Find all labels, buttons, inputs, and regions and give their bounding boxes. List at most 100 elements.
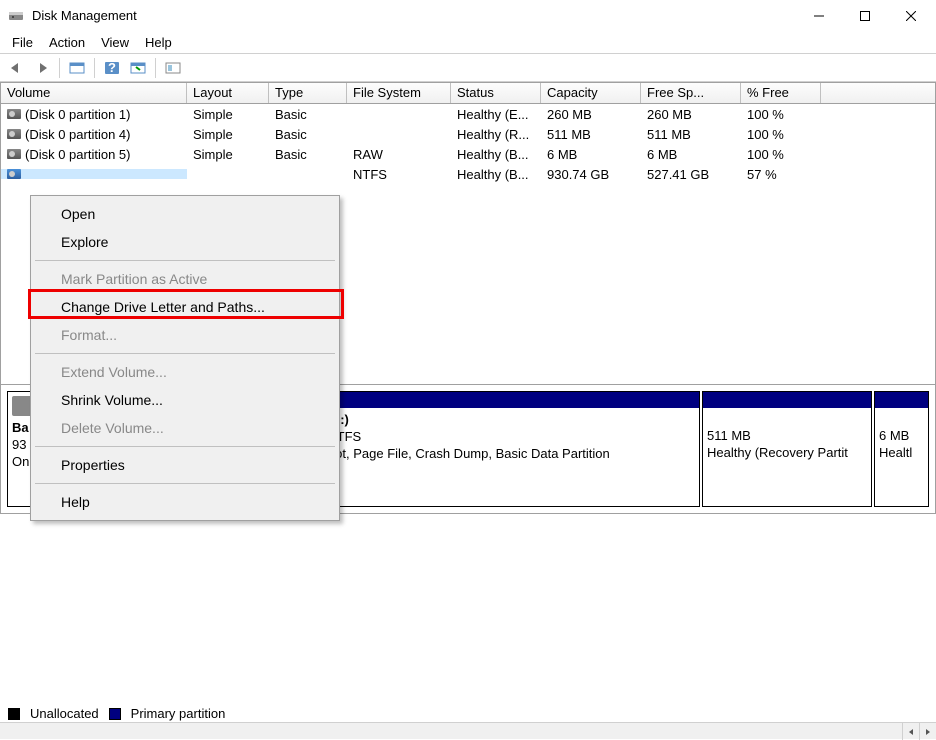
partition-status: thy (Boot, Page File, Crash Dump, Basic … — [294, 446, 695, 463]
toolbar-separator — [94, 58, 95, 78]
menu-file[interactable]: File — [4, 33, 41, 52]
volume-capacity: 6 MB — [541, 147, 641, 162]
col-percentfree[interactable]: % Free — [741, 83, 821, 103]
volume-row[interactable]: (Disk 0 partition 1) Simple Basic Health… — [1, 104, 935, 124]
close-button[interactable] — [888, 0, 934, 31]
volume-row[interactable]: (Disk 0 partition 5) Simple Basic RAW He… — [1, 144, 935, 164]
ctx-shrink-volume[interactable]: Shrink Volume... — [33, 386, 337, 414]
partition-stripe — [703, 392, 871, 408]
volume-status: Healthy (B... — [451, 167, 541, 182]
volume-icon — [7, 129, 21, 139]
volume-row[interactable]: (Disk 0 partition 4) Simple Basic Health… — [1, 124, 935, 144]
col-volume[interactable]: Volume — [1, 83, 187, 103]
volume-row-selected[interactable]: NTFS Healthy (B... 930.74 GB 527.41 GB 5… — [1, 164, 935, 184]
volume-status: Healthy (E... — [451, 107, 541, 122]
bottom-scrollbar[interactable] — [0, 722, 936, 739]
col-capacity[interactable]: Capacity — [541, 83, 641, 103]
volume-fs: NTFS — [347, 167, 451, 182]
ctx-help[interactable]: Help — [33, 488, 337, 516]
show-hide-console-tree-button[interactable] — [65, 57, 89, 79]
partition-stripe — [290, 392, 699, 408]
ctx-change-drive-letter[interactable]: Change Drive Letter and Paths... — [33, 293, 337, 321]
list-button[interactable] — [161, 57, 185, 79]
col-freespace[interactable]: Free Sp... — [641, 83, 741, 103]
volume-name: (Disk 0 partition 1) — [25, 107, 130, 122]
partition-body: 511 MB Healthy (Recovery Partit — [703, 408, 871, 466]
volume-layout: Simple — [187, 107, 269, 122]
col-filesystem[interactable]: File System — [347, 83, 451, 103]
legend-primary: Primary partition — [131, 706, 226, 721]
window-controls — [796, 0, 934, 31]
menu-bar: File Action View Help — [0, 32, 936, 54]
volume-type: Basic — [269, 107, 347, 122]
volume-status: Healthy (R... — [451, 127, 541, 142]
ctx-separator — [35, 446, 335, 447]
ctx-separator — [35, 483, 335, 484]
volume-free: 511 MB — [641, 127, 741, 142]
partition-box[interactable]: 6 MB Healtl — [874, 391, 929, 507]
col-blank — [821, 83, 935, 103]
forward-button[interactable] — [30, 57, 54, 79]
col-layout[interactable]: Layout — [187, 83, 269, 103]
volume-capacity: 930.74 GB — [541, 167, 641, 182]
scroll-right-button[interactable] — [919, 723, 936, 740]
legend-swatch-primary — [109, 708, 121, 720]
ctx-open[interactable]: Open — [33, 200, 337, 228]
volume-capacity: 260 MB — [541, 107, 641, 122]
minimize-button[interactable] — [796, 0, 842, 31]
volume-list-header: Volume Layout Type File System Status Ca… — [0, 82, 936, 104]
back-button[interactable] — [4, 57, 28, 79]
col-type[interactable]: Type — [269, 83, 347, 103]
partition-size: 511 MB — [707, 428, 867, 445]
settings-button[interactable] — [126, 57, 150, 79]
volume-pct: 100 % — [741, 147, 821, 162]
volume-layout: Simple — [187, 147, 269, 162]
volume-name: (Disk 0 partition 5) — [25, 147, 130, 162]
volume-icon — [7, 149, 21, 159]
volume-pct: 57 % — [741, 167, 821, 182]
volume-free: 527.41 GB — [641, 167, 741, 182]
partition-box[interactable]: 511 MB Healthy (Recovery Partit — [702, 391, 872, 507]
window-title: Disk Management — [32, 8, 796, 23]
partition-status: Healthy (Recovery Partit — [707, 445, 867, 462]
legend: Unallocated Primary partition — [8, 706, 225, 721]
maximize-button[interactable] — [842, 0, 888, 31]
volume-layout: Simple — [187, 127, 269, 142]
partition-size: 4 GB NTFS — [294, 429, 695, 446]
scroll-left-button[interactable] — [902, 723, 919, 740]
volume-free: 260 MB — [641, 107, 741, 122]
title-bar: Disk Management — [0, 0, 936, 32]
context-menu: Open Explore Mark Partition as Active Ch… — [30, 195, 340, 521]
volume-icon — [7, 169, 21, 179]
legend-swatch-unallocated — [8, 708, 20, 720]
ctx-explore[interactable]: Explore — [33, 228, 337, 256]
col-status[interactable]: Status — [451, 83, 541, 103]
ctx-delete-volume: Delete Volume... — [33, 414, 337, 442]
menu-help[interactable]: Help — [137, 33, 180, 52]
ctx-mark-active: Mark Partition as Active — [33, 265, 337, 293]
menu-action[interactable]: Action — [41, 33, 93, 52]
partition-body: lows (C:) 4 GB NTFS thy (Boot, Page File… — [290, 408, 699, 467]
volume-pct: 100 % — [741, 107, 821, 122]
partition-box[interactable]: lows (C:) 4 GB NTFS thy (Boot, Page File… — [289, 391, 700, 507]
volume-name: (Disk 0 partition 4) — [25, 127, 130, 142]
volume-fs: RAW — [347, 147, 451, 162]
volume-icon — [7, 109, 21, 119]
toolbar-separator — [59, 58, 60, 78]
volume-type: Basic — [269, 127, 347, 142]
partition-body: 6 MB Healtl — [875, 408, 928, 466]
volume-pct: 100 % — [741, 127, 821, 142]
legend-unallocated: Unallocated — [30, 706, 99, 721]
volume-type: Basic — [269, 147, 347, 162]
menu-view[interactable]: View — [93, 33, 137, 52]
volume-capacity: 511 MB — [541, 127, 641, 142]
volume-status: Healthy (B... — [451, 147, 541, 162]
partition-size: 6 MB — [879, 428, 924, 445]
app-icon — [8, 8, 24, 24]
help-button[interactable]: ? — [100, 57, 124, 79]
ctx-properties[interactable]: Properties — [33, 451, 337, 479]
ctx-extend-volume: Extend Volume... — [33, 358, 337, 386]
toolbar-separator — [155, 58, 156, 78]
partition-name — [707, 412, 867, 428]
partition-name: lows (C:) — [294, 412, 695, 429]
